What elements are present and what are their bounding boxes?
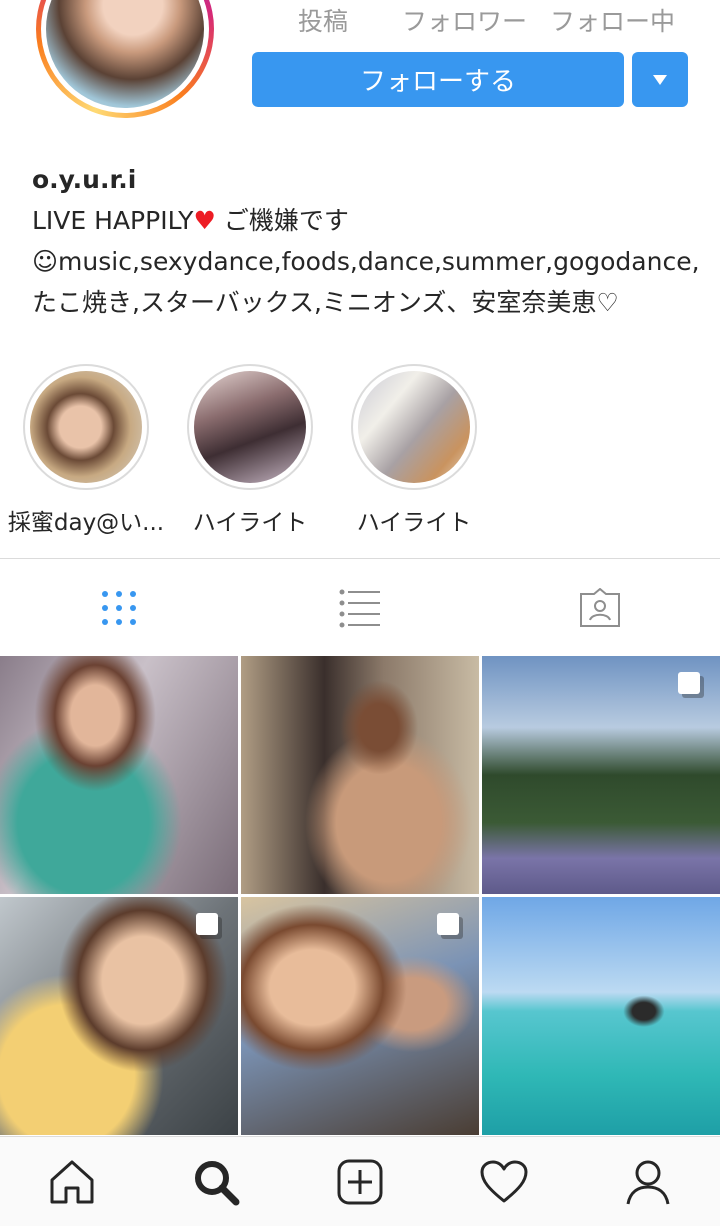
nav-home[interactable] <box>42 1152 102 1212</box>
home-icon <box>50 1160 94 1203</box>
highlight-item[interactable]: ハイライト <box>329 364 499 537</box>
multiple-photos-icon <box>678 672 704 698</box>
post-thumbnail[interactable] <box>241 656 479 894</box>
tab-list[interactable] <box>336 584 384 632</box>
tab-grid[interactable] <box>95 584 143 632</box>
posts-label[interactable]: 投稿 <box>298 2 402 38</box>
post-thumbnail[interactable] <box>482 897 720 1135</box>
tab-tagged[interactable] <box>576 584 624 632</box>
bio-line-1: LIVE HAPPILY♥ ご機嫌です <box>32 200 702 241</box>
tabs-divider <box>0 558 720 559</box>
suggestions-dropdown-button[interactable] <box>632 52 688 107</box>
grid-icon <box>102 591 136 625</box>
chevron-down-icon <box>653 74 667 85</box>
new-post-icon <box>337 1159 383 1204</box>
red-heart-emoji: ♥ <box>193 206 216 235</box>
nav-search[interactable] <box>186 1152 246 1212</box>
highlight-item[interactable]: 採蜜day@い... <box>1 364 171 537</box>
nav-new-post[interactable] <box>330 1152 390 1212</box>
profile-icon <box>626 1160 670 1204</box>
avatar-photo <box>46 0 204 108</box>
highlight-label: 採蜜day@い... <box>7 510 165 536</box>
tagged-icon <box>580 588 620 627</box>
profile-avatar[interactable] <box>36 0 214 118</box>
highlight-item[interactable]: ハイライト <box>165 364 335 537</box>
post-thumbnail[interactable] <box>241 897 479 1135</box>
follow-button[interactable]: フォローする <box>252 52 624 107</box>
highlight-label: ハイライト <box>356 510 472 536</box>
highlight-cover <box>194 371 306 483</box>
multiple-photos-icon <box>437 913 463 939</box>
nav-activity[interactable] <box>474 1152 534 1212</box>
highlight-label: ハイライト <box>192 510 308 536</box>
posts-grid <box>0 656 720 1135</box>
highlight-cover <box>30 371 142 483</box>
profile-username: o.y.u.r.i <box>32 165 137 194</box>
followers-label[interactable]: フォロワー <box>402 2 550 38</box>
list-icon <box>339 589 380 628</box>
search-icon <box>195 1160 240 1205</box>
bio-line-1-after: ご機嫌です <box>215 206 349 235</box>
following-label[interactable]: フォロー中 <box>550 2 675 38</box>
nav-profile[interactable] <box>618 1152 678 1212</box>
post-thumbnail[interactable] <box>482 656 720 894</box>
post-thumbnail[interactable] <box>0 897 238 1135</box>
multiple-photos-icon <box>196 913 222 939</box>
post-thumbnail[interactable] <box>0 656 238 894</box>
highlight-cover <box>358 371 470 483</box>
bottom-navigation <box>0 1136 720 1226</box>
activity-heart-icon <box>480 1160 528 1202</box>
profile-bio: LIVE HAPPILY♥ ご機嫌です ☺music,sexydance,foo… <box>32 200 702 323</box>
profile-stats: 投稿 フォロワー フォロー中 <box>298 2 675 38</box>
bio-line-1-text: LIVE HAPPILY <box>32 206 194 235</box>
bio-line-3: たこ焼き,スターバックス,ミニオンズ、安室奈美恵♡ <box>32 288 619 317</box>
bio-line-2: ☺music,sexydance,foods,dance,summer,gogo… <box>32 247 700 276</box>
